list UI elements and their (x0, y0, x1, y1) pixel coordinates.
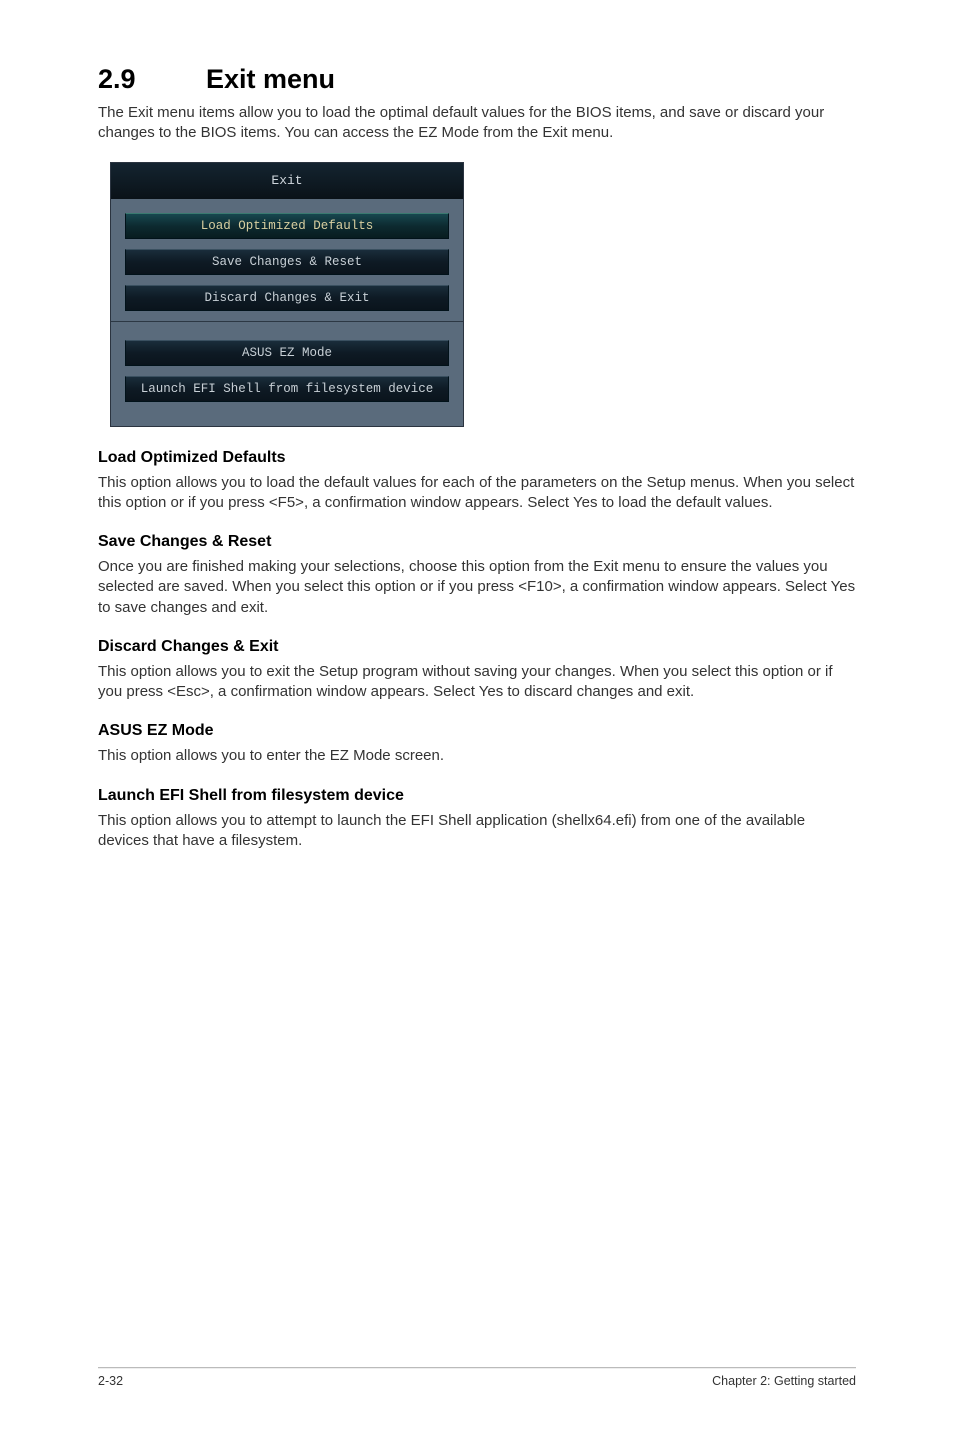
page-footer: 2-32 Chapter 2: Getting started (98, 1367, 856, 1388)
body-load-optimized-defaults: This option allows you to load the defau… (98, 473, 856, 514)
section-number: 2.9 (98, 64, 206, 95)
section-title-text: Exit menu (206, 64, 335, 94)
bios-item-load-optimized-defaults[interactable]: Load Optimized Defaults (125, 213, 449, 239)
bios-divider (111, 321, 463, 322)
bios-exit-panel: Exit Load Optimized Defaults Save Change… (110, 162, 464, 427)
heading-asus-ez-mode: ASUS EZ Mode (98, 722, 856, 740)
heading-save-changes-reset: Save Changes & Reset (98, 533, 856, 551)
footer-page-number: 2-32 (98, 1374, 123, 1388)
bios-item-asus-ez-mode[interactable]: ASUS EZ Mode (125, 340, 449, 366)
heading-launch-efi-shell: Launch EFI Shell from filesystem device (98, 787, 856, 805)
body-discard-changes-exit: This option allows you to exit the Setup… (98, 662, 856, 703)
bios-item-save-changes-reset[interactable]: Save Changes & Reset (125, 249, 449, 275)
bios-screenshot: Exit Load Optimized Defaults Save Change… (110, 162, 856, 427)
page-title: 2.9Exit menu (98, 64, 856, 95)
heading-load-optimized-defaults: Load Optimized Defaults (98, 449, 856, 467)
bios-panel-header: Exit (111, 163, 463, 199)
footer-chapter: Chapter 2: Getting started (712, 1374, 856, 1388)
heading-discard-changes-exit: Discard Changes & Exit (98, 638, 856, 656)
body-save-changes-reset: Once you are finished making your select… (98, 557, 856, 618)
intro-paragraph: The Exit menu items allow you to load th… (98, 103, 856, 144)
bios-item-launch-efi-shell[interactable]: Launch EFI Shell from filesystem device (125, 376, 449, 402)
bios-item-discard-changes-exit[interactable]: Discard Changes & Exit (125, 285, 449, 311)
body-asus-ez-mode: This option allows you to enter the EZ M… (98, 746, 856, 766)
body-launch-efi-shell: This option allows you to attempt to lau… (98, 811, 856, 852)
